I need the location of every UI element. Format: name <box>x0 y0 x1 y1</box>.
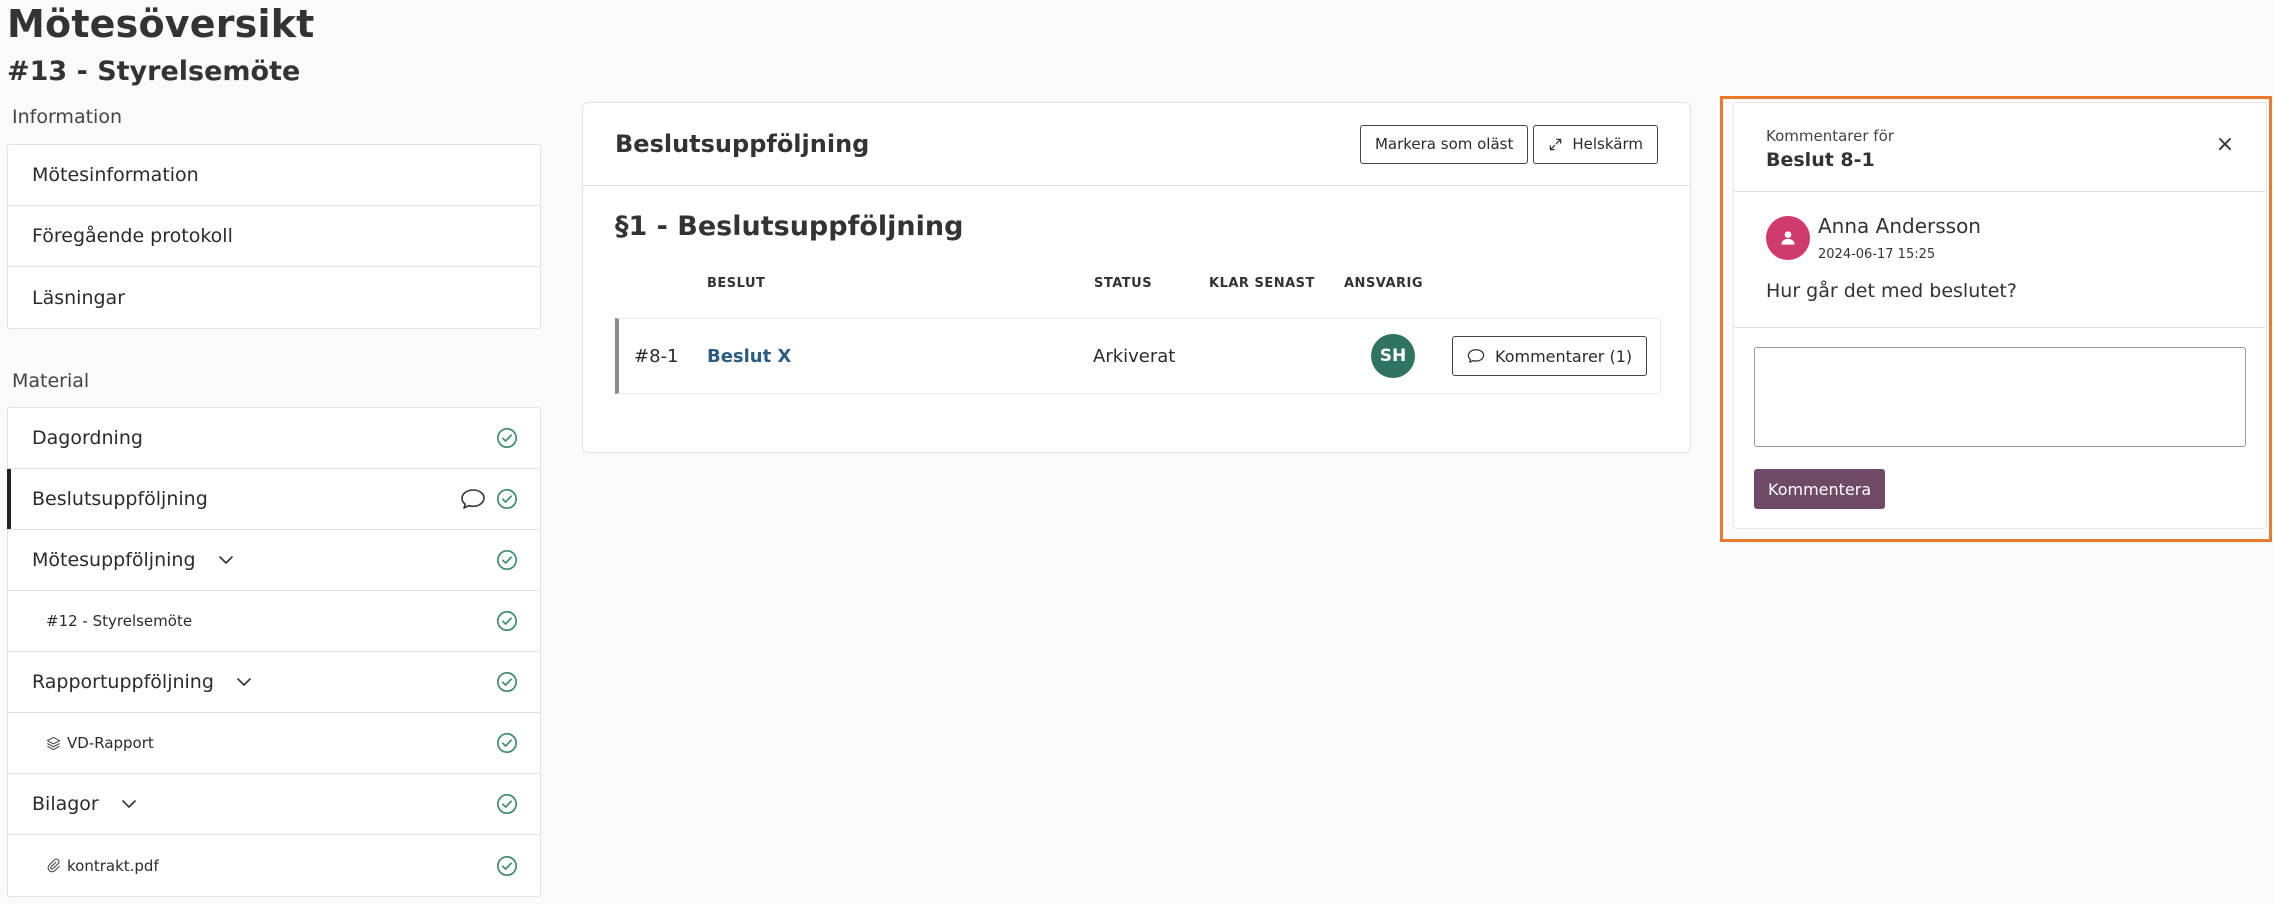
avatar: SH <box>1371 334 1415 378</box>
sidebar-item-label: Läsningar <box>32 286 126 309</box>
comment-icon <box>1467 349 1485 363</box>
sidebar-item-label-wrap: Rapportuppföljning <box>32 671 496 693</box>
fullscreen-button[interactable]: Helskärm <box>1533 124 1658 164</box>
sidebar-item-bilagor[interactable]: Bilagor <box>8 774 540 835</box>
layers-icon <box>46 736 61 750</box>
comment-icon <box>461 489 485 509</box>
sidebar-item-label-wrap: Bilagor <box>32 793 496 815</box>
comments-for-label: Kommentarer för <box>1766 127 1894 145</box>
expand-icon <box>1550 138 1562 150</box>
sidebar-subitem-12-styrelsemote[interactable]: #12 - Styrelsemöte <box>8 591 540 652</box>
comments-panel-header: Kommentarer för Beslut 8-1 × <box>1734 103 2266 192</box>
sidebar-item-label: VD-Rapport <box>67 734 154 752</box>
sidebar-item-label: Mötesuppföljning <box>32 549 196 571</box>
comments-panel: Kommentarer för Beslut 8-1 × Anna Anders… <box>1733 102 2267 529</box>
check-circle-icon <box>497 611 517 631</box>
sidebar-item-beslutsuppfoljning[interactable]: Beslutsuppföljning <box>7 469 540 530</box>
sidebar-item-label: #12 - Styrelsemöte <box>46 612 193 630</box>
sidebar-item-label: kontrakt.pdf <box>67 856 159 875</box>
user-icon <box>1781 231 1795 245</box>
sidebar-subitem-kontrakt-pdf[interactable]: kontrakt.pdf <box>8 835 540 896</box>
panel-title: Beslutsuppföljning <box>615 130 870 158</box>
column-header-ansvarig: ANSVARIG <box>1344 276 1424 291</box>
sidebar-item-rapportuppfoljning[interactable]: Rapportuppföljning <box>8 652 540 713</box>
decision-link[interactable]: Beslut X <box>707 319 791 393</box>
information-section-label: Information <box>12 106 122 128</box>
comment-timestamp: 2024-06-17 15:25 <box>1818 247 1936 262</box>
information-list: Mötesinformation Föregående protokoll Lä… <box>7 144 541 329</box>
close-icon[interactable]: × <box>2214 132 2236 157</box>
sidebar-item-motesinformation[interactable]: Mötesinformation <box>8 145 540 206</box>
panel-header: Beslutsuppföljning Markera som oläst Hel… <box>583 103 1690 186</box>
decision-status: Arkiverat <box>1093 345 1176 367</box>
column-header-status: STATUS <box>1094 276 1153 291</box>
comment-input[interactable] <box>1754 347 2246 447</box>
sidebar-item-label: Rapportuppföljning <box>32 671 214 693</box>
comments-panel-title: Beslut 8-1 <box>1766 149 1875 171</box>
paperclip-icon <box>47 858 60 873</box>
check-circle-icon <box>497 428 517 448</box>
responsible-cell: SH <box>1371 319 1415 393</box>
sidebar-item-label-wrap: kontrakt.pdf <box>46 857 496 875</box>
page-subtitle: #13 - Styrelsemöte <box>7 56 301 87</box>
comments-cell: Kommentarer (1) <box>1452 319 1648 393</box>
sidebar-item-foregaende-protokoll[interactable]: Föregående protokoll <box>8 206 540 267</box>
sidebar-item-label: Dagordning <box>32 427 143 449</box>
decision-panel: Beslutsuppföljning Markera som oläst Hel… <box>582 102 1691 453</box>
material-list: Dagordning Beslutsuppföljning Mötesuppfö… <box>7 407 541 897</box>
decision-id: #8-1 <box>634 345 679 367</box>
comment-text: Hur går det med beslutet? <box>1766 280 2017 302</box>
section-heading: §1 - Beslutsuppföljning <box>615 211 964 242</box>
avatar <box>1766 216 1810 260</box>
chevron-down-icon[interactable] <box>236 674 252 690</box>
mark-unread-button[interactable]: Markera som oläst <box>1359 124 1529 164</box>
comments-button-label: Kommentarer (1) <box>1495 346 1633 366</box>
sidebar-item-label: Föregående protokoll <box>32 225 233 247</box>
sidebar-item-label: Mötesinformation <box>32 164 199 186</box>
material-section-label: Material <box>12 370 90 392</box>
page-title: Mötesöversikt <box>7 2 315 46</box>
sidebar-item-lasningar[interactable]: Läsningar <box>8 267 540 328</box>
sidebar-item-label-wrap: VD-Rapport <box>46 734 496 752</box>
sidebar-item-label-wrap: Mötesuppföljning <box>32 549 496 571</box>
table-row[interactable]: #8-1 Beslut X Arkiverat SH Kommentarer (… <box>615 318 1661 394</box>
check-circle-icon <box>497 489 517 509</box>
column-header-klar-senast: KLAR SENAST <box>1209 276 1315 291</box>
check-circle-icon <box>497 855 517 876</box>
sidebar-subitem-vd-rapport[interactable]: VD-Rapport <box>8 713 540 774</box>
sidebar-item-label: Beslutsuppföljning <box>32 488 208 510</box>
check-circle-icon <box>497 550 517 570</box>
chevron-down-icon[interactable] <box>121 796 137 812</box>
check-circle-icon <box>497 733 517 753</box>
comment-author: Anna Andersson <box>1818 214 1981 238</box>
submit-comment-button[interactable]: Kommentera <box>1754 469 1886 509</box>
check-circle-icon <box>497 794 517 814</box>
sidebar-item-dagordning[interactable]: Dagordning <box>8 408 540 469</box>
sidebar-item-label: Bilagor <box>32 793 99 815</box>
comments-button[interactable]: Kommentarer (1) <box>1452 336 1648 376</box>
comment-entry: Anna Andersson 2024-06-17 15:25 Hur går … <box>1734 192 2266 328</box>
fullscreen-label: Helskärm <box>1572 135 1643 153</box>
column-header-beslut: BESLUT <box>707 276 766 291</box>
check-circle-icon <box>497 672 517 692</box>
chevron-down-icon[interactable] <box>218 552 234 568</box>
sidebar-item-motesuppfoljning[interactable]: Mötesuppföljning <box>8 530 540 591</box>
